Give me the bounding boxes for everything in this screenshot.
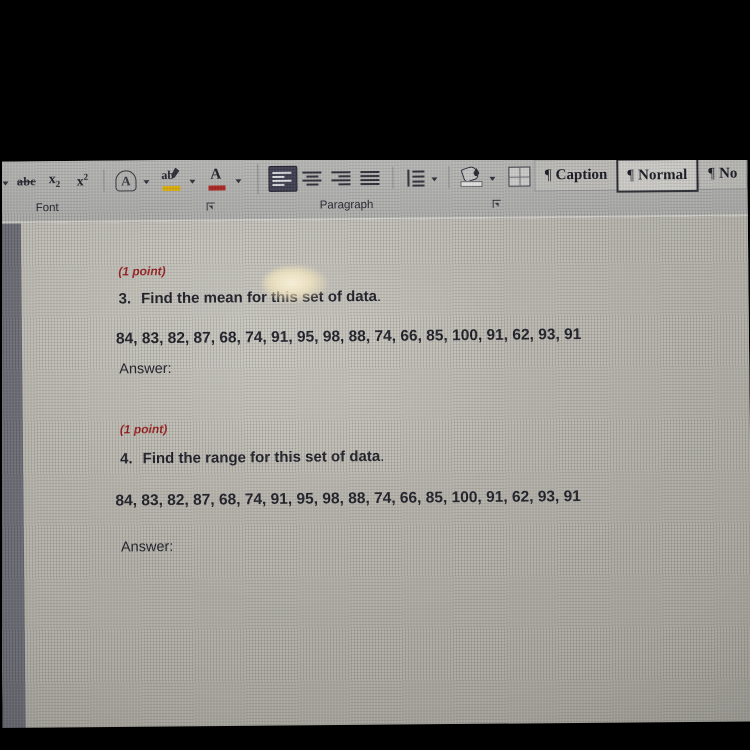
question-block-3: (1 point) bbox=[118, 264, 165, 278]
text-effects-icon: A bbox=[115, 169, 137, 191]
subscript-button[interactable]: x2 bbox=[41, 169, 67, 193]
font-color-caret-icon[interactable] bbox=[235, 178, 242, 183]
align-center-button[interactable] bbox=[299, 166, 326, 190]
style-label: Normal bbox=[638, 166, 688, 183]
line-spacing-icon bbox=[404, 169, 425, 187]
font-color-button[interactable]: A bbox=[204, 166, 231, 191]
text-highlight-color-icon: ab bbox=[161, 169, 182, 191]
superscript-button[interactable]: x2 bbox=[69, 169, 95, 193]
strikethrough-icon: abc bbox=[16, 174, 36, 189]
overflow-caret-icon[interactable] bbox=[2, 181, 9, 186]
question-number: 4. bbox=[120, 450, 133, 468]
align-center-icon bbox=[302, 171, 323, 186]
word-ribbon: abc x2 x2 A ab A ¶ Caption ¶ Normal ¶ No… bbox=[0, 154, 748, 260]
align-right-icon bbox=[331, 170, 352, 186]
question-block-4: (1 point) bbox=[120, 422, 167, 436]
strikethrough-button[interactable]: abc bbox=[13, 169, 39, 193]
align-left-button[interactable] bbox=[268, 165, 298, 193]
shading-icon bbox=[460, 165, 483, 188]
subscript-icon: x2 bbox=[48, 172, 61, 189]
question-text: Find the range for this set of data bbox=[142, 447, 381, 468]
align-left-icon bbox=[272, 171, 293, 186]
toolbar-divider bbox=[103, 169, 105, 192]
question-4-dataset: 84, 83, 82, 87, 68, 74, 91, 95, 98, 88, … bbox=[115, 488, 581, 510]
monitor-photo-region: abc x2 x2 A ab A ¶ Caption ¶ Normal ¶ No… bbox=[0, 154, 750, 738]
justify-icon bbox=[360, 170, 381, 185]
borders-button[interactable] bbox=[505, 164, 533, 188]
document-page[interactable]: (1 point) 3. Find the mean for this set o… bbox=[20, 216, 750, 738]
toolbar-divider-2 bbox=[392, 166, 394, 189]
question-text-tail: . bbox=[376, 287, 382, 305]
font-group-tools: abc x2 x2 A ab A bbox=[0, 162, 246, 198]
shading-caret-icon[interactable] bbox=[489, 176, 496, 181]
document-workspace: (1 point) 3. Find the mean for this set o… bbox=[0, 216, 750, 738]
pilcrow-icon: ¶ bbox=[708, 165, 716, 182]
letterbox-top bbox=[0, 0, 750, 160]
font-group-label: Font bbox=[35, 202, 59, 215]
question-3-answer-label[interactable]: Answer: bbox=[119, 361, 172, 378]
pilcrow-icon: ¶ bbox=[627, 167, 635, 184]
text-highlight-color-button[interactable]: ab bbox=[158, 168, 185, 192]
pilcrow-icon: ¶ bbox=[544, 166, 552, 183]
style-item-caption[interactable]: ¶ Caption bbox=[534, 158, 617, 192]
style-label: Caption bbox=[555, 166, 608, 183]
question-4-prompt: 4. Find the range for this set of data. bbox=[120, 448, 384, 468]
question-text-tail: . bbox=[380, 447, 385, 465]
style-item-no-spacing[interactable]: ¶ No bbox=[698, 157, 748, 190]
style-item-normal[interactable]: ¶ Normal bbox=[616, 157, 699, 193]
justify-button[interactable] bbox=[357, 166, 384, 190]
styles-gallery: ¶ Caption ¶ Normal ¶ No bbox=[534, 157, 748, 193]
font-color-icon: A bbox=[207, 166, 228, 191]
question-3-prompt: 3. Find the mean for this set of data. bbox=[118, 288, 381, 308]
toolbar-divider-3 bbox=[448, 166, 450, 189]
question-number: 3. bbox=[118, 290, 132, 308]
line-spacing-caret-icon[interactable] bbox=[431, 176, 438, 181]
points-badge: (1 point) bbox=[118, 264, 166, 279]
borders-icon bbox=[508, 166, 531, 187]
align-right-button[interactable] bbox=[328, 166, 355, 190]
letterbox-left bbox=[0, 150, 2, 750]
style-label: No bbox=[718, 165, 738, 182]
screenshot-root: abc x2 x2 A ab A ¶ Caption ¶ Normal ¶ No… bbox=[0, 0, 750, 750]
highlight-caret-icon[interactable] bbox=[189, 179, 196, 184]
question-4-answer-label[interactable]: Answer: bbox=[121, 539, 174, 556]
text-effects-caret-icon[interactable] bbox=[143, 179, 150, 184]
superscript-icon: x2 bbox=[76, 171, 89, 190]
paragraph-group-label: Paragraph bbox=[319, 199, 374, 212]
text-effects-button[interactable]: A bbox=[112, 168, 139, 192]
question-3-dataset: 84, 83, 82, 87, 68, 74, 91, 95, 98, 88, … bbox=[115, 326, 582, 348]
line-spacing-button[interactable] bbox=[401, 165, 427, 189]
points-badge: (1 point) bbox=[119, 421, 168, 437]
paragraph-group-tools bbox=[267, 159, 547, 196]
font-dialog-launcher[interactable] bbox=[207, 203, 216, 212]
paragraph-dialog-launcher[interactable] bbox=[493, 200, 502, 209]
question-text: Find the mean for this set of data bbox=[141, 287, 378, 308]
shading-button[interactable] bbox=[457, 165, 485, 189]
font-paragraph-separator bbox=[257, 164, 259, 195]
